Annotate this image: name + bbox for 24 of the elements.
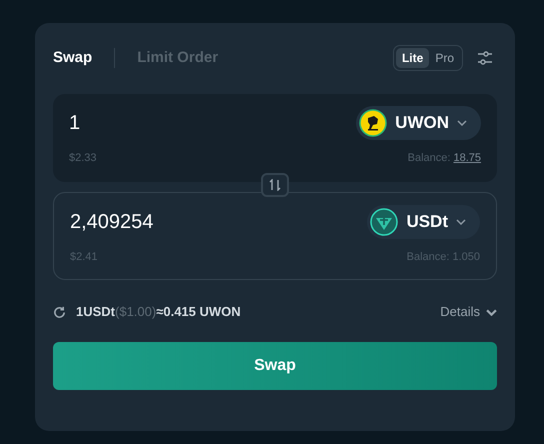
rate-usd-value: ($1.00) — [115, 303, 156, 322]
swap-arrows-icon — [269, 179, 281, 191]
chevron-icon — [456, 219, 466, 225]
refresh-icon[interactable] — [53, 306, 66, 318]
coin-icon — [359, 109, 388, 137]
token-selector[interactable]: USDt — [367, 205, 480, 239]
mode-option[interactable]: Lite — [396, 48, 430, 68]
mode-option[interactable]: Pro — [429, 48, 460, 68]
switch-direction-button[interactable] — [261, 173, 289, 197]
amount-input[interactable]: 1 — [69, 108, 80, 138]
rate-result: ≈0.415 UWON — [156, 303, 241, 322]
token-selector[interactable]: UWON — [356, 106, 481, 140]
settings-icon[interactable] — [477, 50, 493, 66]
tab[interactable]: Swap — [53, 46, 92, 70]
rate-amount: 1USDt — [76, 303, 116, 322]
balance-link[interactable]: 18.75 — [453, 150, 481, 166]
chevron-icon — [457, 120, 467, 126]
usd-value: $2.33 — [69, 151, 97, 166]
chevron-icon — [486, 308, 497, 316]
swap-button[interactable]: Swap — [53, 342, 497, 390]
amount-input[interactable]: 2,409254 — [70, 207, 154, 237]
balance-label: Balance: — [408, 151, 450, 166]
coin-icon — [370, 208, 398, 236]
details-button[interactable]: Details — [440, 302, 497, 322]
